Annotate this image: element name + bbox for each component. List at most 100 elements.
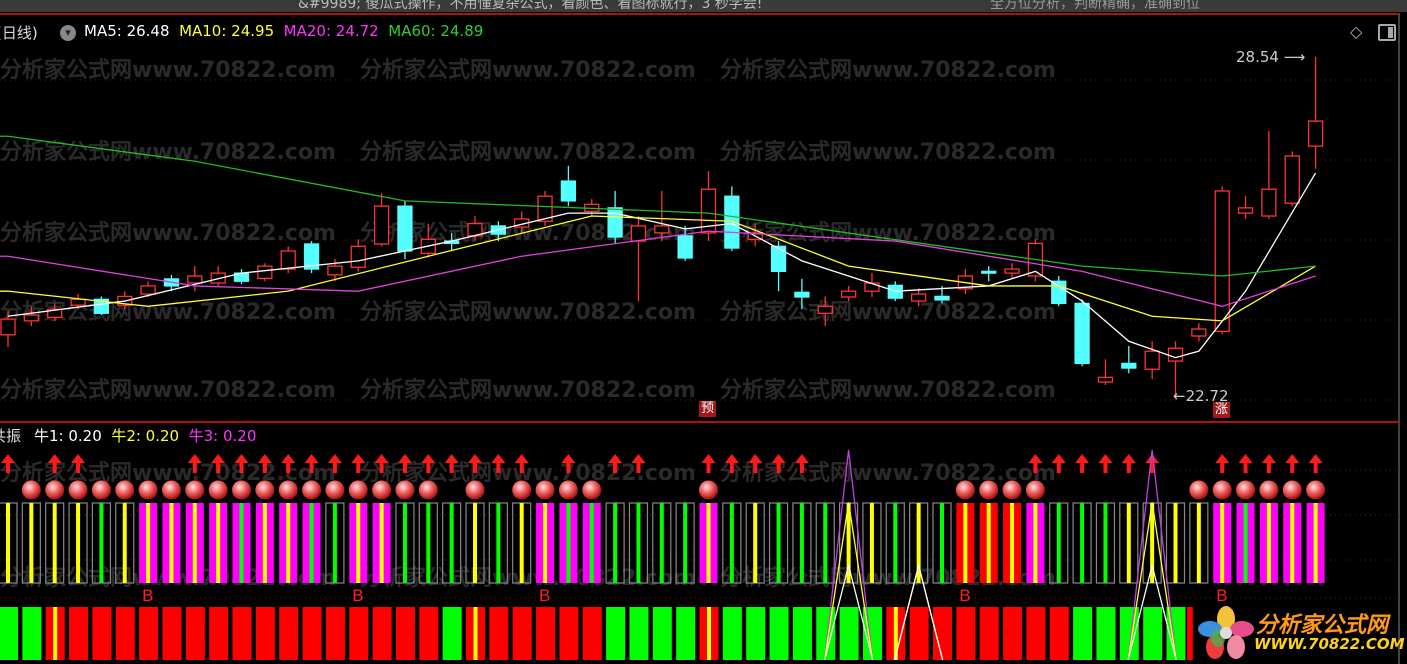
- red-ball-icon: [1025, 480, 1045, 500]
- signal-column-line: [332, 503, 337, 583]
- signal-column-line: [869, 503, 874, 583]
- red-ball-icon: [1236, 480, 1256, 500]
- bottom-bar-green: [442, 607, 462, 660]
- bottom-bar-red: [325, 607, 345, 660]
- up-arrow-icon: [71, 454, 86, 473]
- signal-column-line: [799, 503, 804, 583]
- ma60-line: [0, 135, 1316, 277]
- bottom-bar-green: [746, 607, 766, 660]
- signal-column-line: [940, 503, 944, 583]
- up-arrow-icon: [1051, 454, 1066, 473]
- signal-column-line: [216, 503, 221, 583]
- candle-down: [724, 195, 740, 249]
- candle-up: [327, 265, 343, 276]
- red-ball-icon: [535, 480, 555, 500]
- bottom-bar-red: [536, 607, 556, 660]
- signal-column-line: [706, 503, 711, 583]
- signal-column-line: [566, 503, 571, 583]
- red-ball-icon: [138, 480, 158, 500]
- bottom-bar-green: [676, 607, 696, 660]
- red-ball-icon: [45, 480, 65, 500]
- signal-column-line: [543, 503, 548, 583]
- bottom-bar-red: [956, 607, 976, 660]
- candle-down: [1121, 362, 1137, 369]
- signal-column-line: [496, 503, 501, 583]
- signal-column-line: [402, 503, 407, 583]
- signal-column-line: [309, 503, 314, 583]
- signal-column-line: [1313, 503, 1318, 583]
- red-ball-icon: [1306, 480, 1326, 500]
- candle-up: [654, 225, 670, 234]
- candle-up: [257, 265, 273, 279]
- up-arrow-icon: [1261, 454, 1276, 473]
- bottom-bar-red: [69, 607, 89, 660]
- bottom-bar-green: [22, 607, 42, 660]
- red-ball-icon: [699, 480, 718, 500]
- signal-column-line: [776, 503, 781, 583]
- signal-column-line: [1056, 503, 1061, 583]
- high-price-value: 28.54: [1236, 48, 1279, 66]
- signal-column-line: [356, 503, 361, 583]
- candle-up: [911, 293, 927, 302]
- red-ball-icon: [1212, 480, 1232, 500]
- candle-up: [187, 275, 203, 284]
- red-ball-icon: [512, 480, 532, 500]
- bottom-bar-red: [92, 607, 112, 660]
- red-ball-icon: [68, 480, 88, 500]
- flower-logo-icon: [1198, 606, 1254, 659]
- red-ball-icon: [582, 480, 602, 500]
- signal-column-line: [1010, 503, 1015, 583]
- buy-signal-label: B: [142, 586, 153, 605]
- candle-up: [0, 318, 16, 336]
- up-arrow-icon: [1121, 454, 1136, 473]
- red-ball-icon: [348, 480, 368, 500]
- arrow-right-icon: ⟶: [1283, 48, 1306, 66]
- candle-up: [1237, 207, 1254, 214]
- signal-column-line: [379, 503, 384, 583]
- red-ball-icon: [395, 480, 415, 500]
- arrow-left-icon: ←: [1173, 387, 1186, 405]
- panel-divider[interactable]: [0, 421, 1400, 423]
- red-ball-icon: [185, 480, 205, 500]
- red-ball-icon: [1002, 480, 1022, 500]
- signal-column-line: [893, 503, 898, 583]
- up-arrow-icon: [794, 454, 809, 473]
- bottom-bar-yellow-line: [473, 607, 478, 660]
- signal-column-line: [1033, 503, 1038, 583]
- candle-down: [397, 205, 413, 252]
- red-ball-icon: [325, 480, 345, 500]
- bottom-bar-red: [559, 607, 579, 660]
- signal-column-line: [1196, 503, 1201, 583]
- bottom-bar-red: [372, 607, 392, 660]
- yu-tag: 预: [699, 401, 717, 417]
- red-ball-icon: [1189, 480, 1209, 500]
- niu3-label: 牛3: 0.20: [188, 427, 257, 445]
- signal-column-line: [426, 503, 431, 583]
- candle-up: [23, 314, 40, 322]
- red-ball-icon: [465, 480, 485, 500]
- bottom-bar-red: [582, 607, 602, 660]
- kline-chart[interactable]: BBBBB: [0, 0, 1407, 663]
- red-ball-icon: [91, 480, 111, 500]
- candle-up: [840, 290, 857, 298]
- candle-up: [1307, 120, 1324, 147]
- candle-down: [981, 270, 997, 274]
- bottom-bar-green: [839, 607, 859, 660]
- signal-column-line: [29, 503, 34, 583]
- candle-down: [677, 235, 693, 259]
- up-arrow-icon: [724, 454, 739, 473]
- candle-up: [1214, 190, 1230, 333]
- bottom-bar-red: [302, 607, 322, 660]
- up-arrow-icon: [257, 454, 272, 473]
- signal-column-line: [589, 503, 594, 583]
- candle-up: [1261, 188, 1277, 217]
- candle-up: [140, 285, 156, 295]
- up-arrow-icon: [47, 454, 62, 473]
- signal-column-line: [169, 503, 174, 583]
- signal-column-line: [76, 503, 81, 583]
- signal-column-line: [986, 503, 991, 583]
- red-ball-icon: [255, 480, 275, 500]
- signal-column-line: [1290, 503, 1295, 583]
- up-arrow-icon: [304, 454, 319, 473]
- up-arrow-icon: [1285, 454, 1300, 473]
